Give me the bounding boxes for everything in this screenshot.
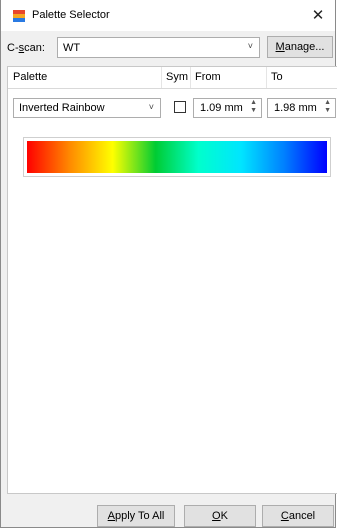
palette-value: Inverted Rainbow <box>19 102 105 114</box>
from-value: 1.09 mm <box>200 102 243 114</box>
sym-checkbox[interactable] <box>174 101 186 113</box>
cscan-label: C-scan: <box>7 42 45 54</box>
cscan-value: WT <box>63 42 81 54</box>
to-value: 1.98 mm <box>274 102 317 114</box>
grid-header: Palette Sym From To <box>8 67 337 89</box>
palette-preview <box>23 137 331 177</box>
column-header-to[interactable]: To <box>266 67 283 88</box>
palette-app-icon <box>13 10 25 22</box>
gradient-bar <box>27 141 327 173</box>
palette-dropdown[interactable]: Inverted Rainbow ˅ <box>13 98 161 118</box>
chevron-down-icon: ˅ <box>247 41 253 51</box>
manage-button[interactable]: Manage... <box>267 36 333 58</box>
cscan-dropdown[interactable]: WT ˅ <box>57 37 260 58</box>
from-spinbox[interactable]: 1.09 mm ▲ ▼ <box>193 98 262 118</box>
to-spinbox[interactable]: 1.98 mm ▲ ▼ <box>267 98 336 118</box>
apply-to-all-button[interactable]: Apply To All <box>97 505 175 527</box>
column-header-palette[interactable]: Palette <box>13 67 47 88</box>
title-bar[interactable]: Palette Selector ✕ <box>1 0 335 31</box>
cancel-button[interactable]: Cancel <box>262 505 334 527</box>
column-header-from[interactable]: From <box>190 67 221 88</box>
spin-arrows-icon[interactable]: ▲ ▼ <box>250 99 257 115</box>
window-title: Palette Selector <box>32 9 110 21</box>
ok-button[interactable]: OK <box>184 505 256 527</box>
close-icon[interactable]: ✕ <box>301 0 335 31</box>
palette-selector-window: Palette Selector ✕ C-scan: WT ˅ Manage..… <box>0 0 337 528</box>
spin-arrows-icon[interactable]: ▲ ▼ <box>324 99 331 115</box>
chevron-down-icon: ˅ <box>148 102 154 112</box>
column-header-sym[interactable]: Sym <box>161 67 188 88</box>
palette-grid: Palette Sym From To <box>7 66 337 494</box>
